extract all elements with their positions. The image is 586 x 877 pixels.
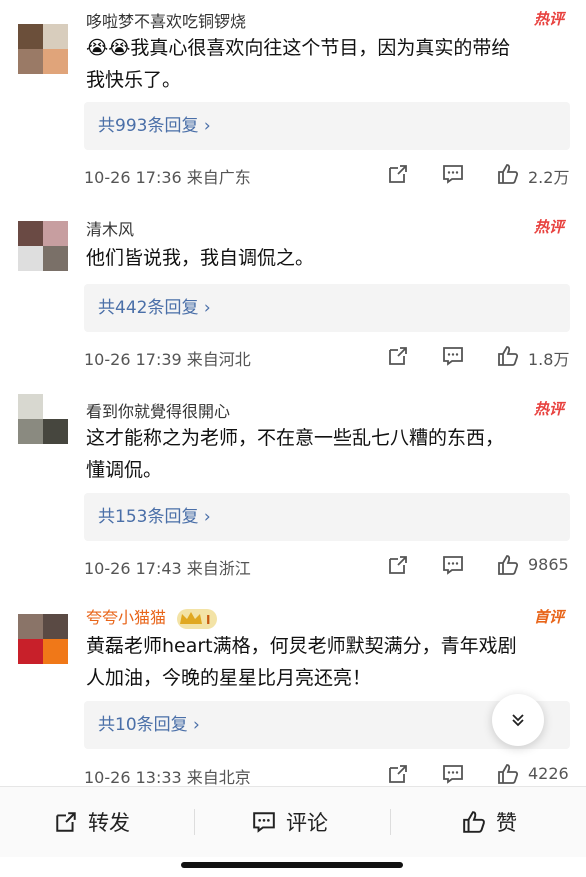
avatar[interactable] [18,614,68,664]
repost-icon[interactable] [387,163,409,185]
comment-text: 他们皆说我，我自调侃之。 [86,247,315,269]
comment-icon[interactable] [442,345,464,367]
bottom-action-bar: 转发 评论 赞 [0,786,586,857]
comment-button[interactable]: 评论 [252,805,328,839]
comment-icon[interactable] [442,763,464,785]
like-icon[interactable] [497,345,519,367]
repost-icon[interactable] [387,763,409,785]
comment-time: 10-26 17:39 [84,350,182,369]
scroll-down-button[interactable] [492,694,544,746]
comment-time: 10-26 13:33 [84,768,182,787]
repost-label: 转发 [88,811,130,835]
like-icon [463,811,485,833]
comment-label: 评论 [286,811,328,835]
comment-icon[interactable] [442,163,464,185]
comment-text: 这才能称之为老师，不在意一些乱七八糟的东西， 懂调侃。 [86,427,505,481]
like-count: 2.2万 [528,168,570,187]
comment-icon[interactable] [442,554,464,576]
hot-comment-badge: 热评 [533,218,564,236]
comment-location: 来自浙江 [186,559,251,578]
comment-time: 10-26 17:36 [84,168,182,187]
view-replies-button[interactable]: 共153条回复 › [84,493,570,541]
like-count: 1.8万 [528,350,570,369]
comment-meta: 10-26 17:36 来自广东 [84,164,251,188]
like-icon[interactable] [497,763,519,785]
comment-meta: 10-26 13:33 来自北京 [84,764,251,788]
view-replies-button[interactable]: 共993条回复 › [84,102,570,150]
hot-comment-badge: 热评 [533,10,564,28]
repost-icon[interactable] [387,554,409,576]
repost-icon [56,812,76,832]
hot-comment-badge: 热评 [533,400,564,418]
first-comment-badge: 首评 [533,608,564,626]
home-indicator[interactable] [181,862,403,868]
username[interactable]: 哆啦梦不喜欢吃铜锣烧 [86,8,246,32]
vip-crown-icon: I [177,608,218,629]
avatar[interactable] [18,24,68,74]
username[interactable]: 清木风 [86,216,134,240]
comment-text: 😭😭我真心很喜欢向往这个节目，因为真实的带给 我快乐了。 [86,37,511,91]
avatar[interactable] [18,394,68,444]
comment-location: 来自河北 [186,350,251,369]
username-text: 夸夸小猫猫 [86,608,167,627]
view-replies-button[interactable]: 共442条回复 › [84,284,570,332]
repost-icon[interactable] [387,345,409,367]
comment-location: 来自北京 [186,768,251,787]
like-count: 9865 [528,555,569,574]
comment-time: 10-26 17:43 [84,559,182,578]
like-icon[interactable] [497,163,519,185]
divider [390,809,391,835]
chevron-down-icon [512,714,524,727]
divider [194,809,195,835]
like-button[interactable]: 赞 [462,805,517,839]
like-label: 赞 [496,811,517,835]
like-count: 4226 [528,764,569,783]
vip-level: I [206,613,210,627]
avatar[interactable] [18,221,68,271]
username[interactable]: 看到你就覺得很開心 [86,398,230,422]
comment-meta: 10-26 17:39 来自河北 [84,346,251,370]
repost-button[interactable]: 转发 [54,805,130,839]
like-icon[interactable] [497,554,519,576]
comment-meta: 10-26 17:43 来自浙江 [84,555,251,579]
comment-text: 黄磊老师heart满格，何炅老师默契满分，青年戏剧 人加油，今晚的星星比月亮还亮… [86,635,517,689]
username[interactable]: 夸夸小猫猫 I [86,604,218,629]
comment-location: 来自广东 [186,168,251,187]
comment-icon [253,812,275,833]
